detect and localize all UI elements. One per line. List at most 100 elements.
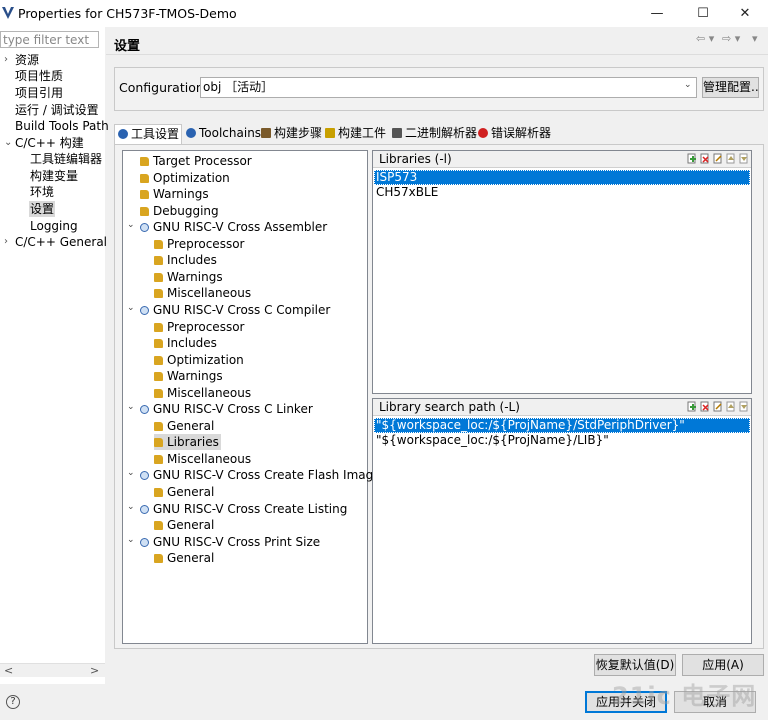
nav-item[interactable]: C/C++ 构建 <box>14 135 85 151</box>
tab-1[interactable]: Toolchains <box>183 124 261 144</box>
view-menu-icon[interactable]: ▾ <box>752 32 758 45</box>
gear-icon <box>140 504 149 514</box>
add-icon[interactable] <box>687 153 697 164</box>
tool-option[interactable]: Debugging <box>140 203 221 219</box>
delete-icon[interactable] <box>700 153 710 164</box>
list-item[interactable]: "${workspace_loc:/${ProjName}/StdPeriphD… <box>374 418 750 433</box>
tool-option[interactable]: Includes <box>154 252 219 268</box>
nav-item[interactable]: 项目性质 <box>14 68 64 84</box>
list-item[interactable]: CH57xBLE <box>374 185 750 200</box>
tree-label: Miscellaneous <box>167 451 252 466</box>
error-icon <box>478 128 488 138</box>
tool-option[interactable]: Miscellaneous <box>154 285 253 301</box>
expand-open-icon[interactable]: ⌄ <box>127 502 135 512</box>
tool-option[interactable]: Warnings <box>154 269 225 285</box>
tab-4[interactable]: 二进制解析器 <box>389 124 477 144</box>
expand-open-icon[interactable]: ⌄ <box>127 535 135 545</box>
tab-3[interactable]: 构建工件 <box>322 124 388 144</box>
nav-item[interactable]: 资源 <box>14 52 40 68</box>
left-nav-scrollbar[interactable]: < > <box>0 663 105 677</box>
tool-category[interactable]: GNU RISC-V Cross Create Flash Image <box>140 467 383 483</box>
tab-0[interactable]: 工具设置 <box>114 124 182 144</box>
tab-5[interactable]: 错误解析器 <box>475 124 551 144</box>
forward-nav-icon[interactable]: ⇨ ▾ <box>722 32 740 45</box>
nav-item[interactable]: 设置 <box>29 201 56 217</box>
tree-label: Debugging <box>153 203 219 218</box>
tool-option[interactable]: Warnings <box>154 368 225 384</box>
expand-open-icon[interactable]: ⌄ <box>127 402 135 412</box>
gear-icon <box>140 405 149 415</box>
settings-page-icon <box>140 206 149 216</box>
nav-item[interactable]: Build Tools Path <box>14 118 110 134</box>
expand-open-icon[interactable]: ⌄ <box>4 135 14 151</box>
tool-option[interactable]: General <box>154 550 216 566</box>
tool-category[interactable]: GNU RISC-V Cross C Compiler <box>140 302 332 318</box>
settings-page-icon <box>154 355 163 365</box>
move-down-icon[interactable] <box>739 153 749 164</box>
chevron-down-icon[interactable]: ⌄ <box>684 80 692 90</box>
filter-input[interactable] <box>0 31 99 48</box>
expand-open-icon[interactable]: ⌄ <box>127 303 135 313</box>
expand-open-icon[interactable]: ⌄ <box>127 468 135 478</box>
expand-closed-icon[interactable]: › <box>4 52 14 68</box>
tool-option[interactable]: Miscellaneous <box>154 385 253 401</box>
help-icon[interactable]: ? <box>6 695 20 709</box>
minimize-button[interactable]: — <box>634 0 680 27</box>
scroll-right-icon[interactable]: > <box>90 664 99 677</box>
move-down-icon[interactable] <box>739 401 749 412</box>
apply-button[interactable]: 应用(A) <box>682 654 764 676</box>
expand-open-icon[interactable]: ⌄ <box>127 220 135 230</box>
edit-icon[interactable] <box>713 153 723 164</box>
edit-icon[interactable] <box>713 401 723 412</box>
app-logo-icon <box>2 7 14 19</box>
nav-item[interactable]: C/C++ General <box>14 234 108 250</box>
tool-option[interactable]: Miscellaneous <box>154 451 253 467</box>
tree-label: Preprocessor <box>167 236 245 251</box>
settings-page-icon <box>154 438 163 448</box>
library-paths-toolbar <box>687 401 749 412</box>
restore-defaults-button[interactable]: 恢复默认值(D) <box>594 654 676 676</box>
tool-option[interactable]: Warnings <box>140 186 211 202</box>
delete-icon[interactable] <box>700 401 710 412</box>
list-item[interactable]: "${workspace_loc:/${ProjName}/LIB}" <box>374 433 750 448</box>
library-paths-list: Library search path (-L) "${workspace_lo… <box>372 398 752 644</box>
tab-2[interactable]: 构建步骤 <box>258 124 322 144</box>
tree-label: General <box>167 551 215 566</box>
list-item[interactable]: ISP573 <box>374 170 750 185</box>
nav-item[interactable]: 环境 <box>29 184 55 200</box>
tree-label: General <box>167 518 215 533</box>
configuration-select[interactable]: obj ［活动］ <box>200 77 697 98</box>
configuration-label: Configuration: <box>119 80 208 95</box>
expand-closed-icon[interactable]: › <box>4 234 14 250</box>
tool-category[interactable]: GNU RISC-V Cross Create Listing <box>140 501 349 517</box>
settings-page-icon <box>154 322 163 332</box>
nav-item[interactable]: 工具链编辑器 <box>29 151 103 167</box>
tool-option[interactable]: General <box>154 484 216 500</box>
move-up-icon[interactable] <box>726 401 736 412</box>
window-title: Properties for CH573F-TMOS-Demo <box>18 6 237 21</box>
tool-option[interactable]: Optimization <box>154 352 246 368</box>
add-icon[interactable] <box>687 401 697 412</box>
scroll-left-icon[interactable]: < <box>4 664 13 677</box>
maximize-button[interactable]: ☐ <box>680 0 726 27</box>
tool-option[interactable]: Target Processor <box>140 153 254 169</box>
back-nav-icon[interactable]: ⇦ ▾ <box>696 32 714 45</box>
tool-option[interactable]: General <box>154 418 216 434</box>
tool-option[interactable]: Libraries <box>154 434 221 451</box>
tool-option[interactable]: Preprocessor <box>154 236 246 252</box>
libraries-list: Libraries (-l) ISP573 CH57xBLE <box>372 150 752 394</box>
tool-option[interactable]: Preprocessor <box>154 319 246 335</box>
nav-item[interactable]: Logging <box>29 218 79 234</box>
move-up-icon[interactable] <box>726 153 736 164</box>
tool-category[interactable]: GNU RISC-V Cross C Linker <box>140 401 315 417</box>
nav-item[interactable]: 项目引用 <box>14 85 64 101</box>
tool-option[interactable]: General <box>154 517 216 533</box>
nav-item[interactable]: 运行 / 调试设置 <box>14 102 100 118</box>
tool-category[interactable]: GNU RISC-V Cross Print Size <box>140 534 322 550</box>
close-button[interactable]: ✕ <box>722 0 768 27</box>
tool-option[interactable]: Optimization <box>140 170 232 186</box>
manage-configurations-button[interactable]: 管理配置... <box>702 77 759 98</box>
tool-option[interactable]: Includes <box>154 335 219 351</box>
nav-item[interactable]: 构建变量 <box>29 168 79 184</box>
tool-category[interactable]: GNU RISC-V Cross Assembler <box>140 219 329 235</box>
